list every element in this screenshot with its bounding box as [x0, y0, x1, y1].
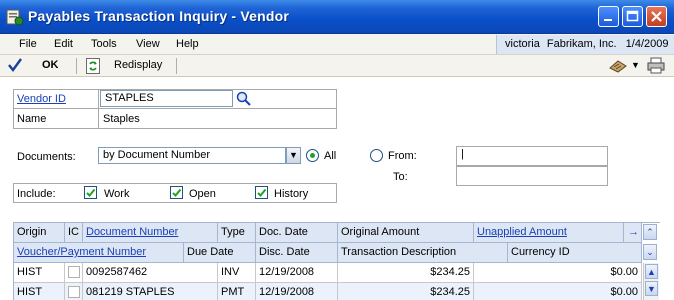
col-doc-date[interactable]: Doc. Date: [256, 223, 338, 243]
ic-checkbox[interactable]: [68, 266, 80, 278]
user-name: victoria: [505, 38, 540, 50]
ic-checkbox[interactable]: [68, 286, 80, 298]
cell-origin: HIST: [14, 283, 65, 300]
minimize-icon: [604, 19, 612, 21]
open-label: Open: [189, 188, 216, 200]
history-checkbox[interactable]: [255, 186, 268, 199]
cell-ic: [65, 263, 83, 283]
col-type[interactable]: Type: [218, 223, 256, 243]
col-due-date[interactable]: Due Date: [184, 243, 256, 263]
to-field[interactable]: [456, 166, 608, 186]
redisplay-button[interactable]: Redisplay: [114, 59, 162, 71]
cell-original-amount: $234.25: [338, 283, 474, 300]
ok-button[interactable]: OK: [42, 59, 59, 71]
cell-unapplied-amount: $0.00: [474, 263, 642, 283]
all-label: All: [324, 150, 337, 162]
cell-document-number: 0092587462: [83, 263, 218, 283]
to-label: To:: [393, 171, 408, 183]
cell-type: INV: [218, 263, 256, 283]
menu-edit[interactable]: Edit: [54, 38, 73, 50]
documents-dropdown-arrow[interactable]: ▼: [286, 147, 301, 164]
toolbar-separator: [76, 58, 77, 74]
col-disc-date[interactable]: Disc. Date: [256, 243, 338, 263]
cell-doc-date: 12/19/2008: [256, 283, 338, 300]
scroll-up-icon[interactable]: ▲: [645, 264, 658, 279]
vendor-box-divider: [98, 89, 99, 129]
col-origin[interactable]: Origin: [14, 223, 65, 243]
cell-original-amount: $234.25: [338, 263, 474, 283]
toolbar-separator: [176, 58, 177, 74]
vendor-box-rowline: [13, 108, 337, 109]
include-label: Include:: [17, 188, 56, 200]
col-document-number[interactable]: Document Number: [83, 223, 218, 243]
work-label: Work: [104, 188, 130, 200]
vendor-id-field[interactable]: STAPLES: [100, 90, 233, 107]
cell-unapplied-amount: $0.00: [474, 283, 642, 300]
printer-icon[interactable]: [647, 57, 665, 74]
app-icon: [6, 9, 24, 26]
maximize-button[interactable]: [622, 6, 643, 27]
from-field[interactable]: |: [456, 146, 608, 166]
col-original-amount[interactable]: Original Amount: [338, 223, 474, 243]
window-title: Payables Transaction Inquiry - Vendor: [28, 8, 290, 24]
close-icon: [651, 11, 662, 22]
redisplay-icon[interactable]: [86, 58, 100, 74]
cell-doc-date: 12/19/2008: [256, 263, 338, 283]
user-date: 1/4/2009: [625, 38, 669, 50]
toolbar: [0, 55, 674, 77]
menu-view[interactable]: View: [136, 38, 160, 50]
menu-file[interactable]: File: [19, 38, 37, 50]
scroll-down-icon[interactable]: ▼: [645, 281, 658, 296]
maximize-icon: [626, 10, 639, 22]
user-info: victoria Fabrikam, Inc. 1/4/2009: [496, 35, 674, 54]
history-label: History: [274, 188, 309, 200]
name-value: Staples: [103, 113, 140, 125]
vendor-id-link[interactable]: Vendor ID: [17, 93, 66, 105]
note-dropdown-arrow[interactable]: ▼: [631, 60, 640, 70]
grid-scrollbar[interactable]: ▲ ▼: [643, 263, 659, 300]
cell-origin: HIST: [14, 263, 65, 283]
collapse-up-icon[interactable]: ⌃: [643, 224, 657, 240]
col-currency-id[interactable]: Currency ID: [508, 243, 642, 263]
all-radio[interactable]: [306, 149, 319, 162]
menu-help[interactable]: Help: [176, 38, 199, 50]
checkmark-icon[interactable]: [7, 57, 23, 73]
cell-type: PMT: [218, 283, 256, 300]
name-label: Name: [17, 113, 47, 125]
open-checkbox[interactable]: [170, 186, 183, 199]
col-transaction-description[interactable]: Transaction Description: [338, 243, 508, 263]
col-unapplied-amount[interactable]: Unapplied Amount: [474, 223, 624, 243]
note-icon[interactable]: [608, 58, 628, 74]
cell-ic: [65, 283, 83, 300]
checkmark-icon: [86, 188, 96, 197]
col-ic[interactable]: IC: [65, 223, 83, 243]
from-label: From:: [388, 150, 417, 162]
expand-down-icon[interactable]: ⌄: [643, 244, 657, 260]
minimize-button[interactable]: [598, 6, 619, 27]
cell-document-number: 081219 STAPLES: [83, 283, 218, 300]
from-radio[interactable]: [370, 149, 383, 162]
documents-select[interactable]: by Document Number: [98, 147, 286, 164]
col-voucher-payment-number[interactable]: Voucher/Payment Number: [14, 243, 184, 263]
work-checkbox[interactable]: [84, 186, 97, 199]
company-name: Fabrikam, Inc.: [546, 38, 617, 50]
checkmark-icon: [172, 188, 182, 197]
checkmark-icon: [257, 188, 267, 197]
lookup-icon[interactable]: [235, 90, 252, 107]
documents-label: Documents:: [17, 151, 76, 163]
close-button[interactable]: [646, 6, 667, 27]
expand-arrow-icon[interactable]: →: [624, 223, 642, 243]
menu-tools[interactable]: Tools: [91, 38, 117, 50]
